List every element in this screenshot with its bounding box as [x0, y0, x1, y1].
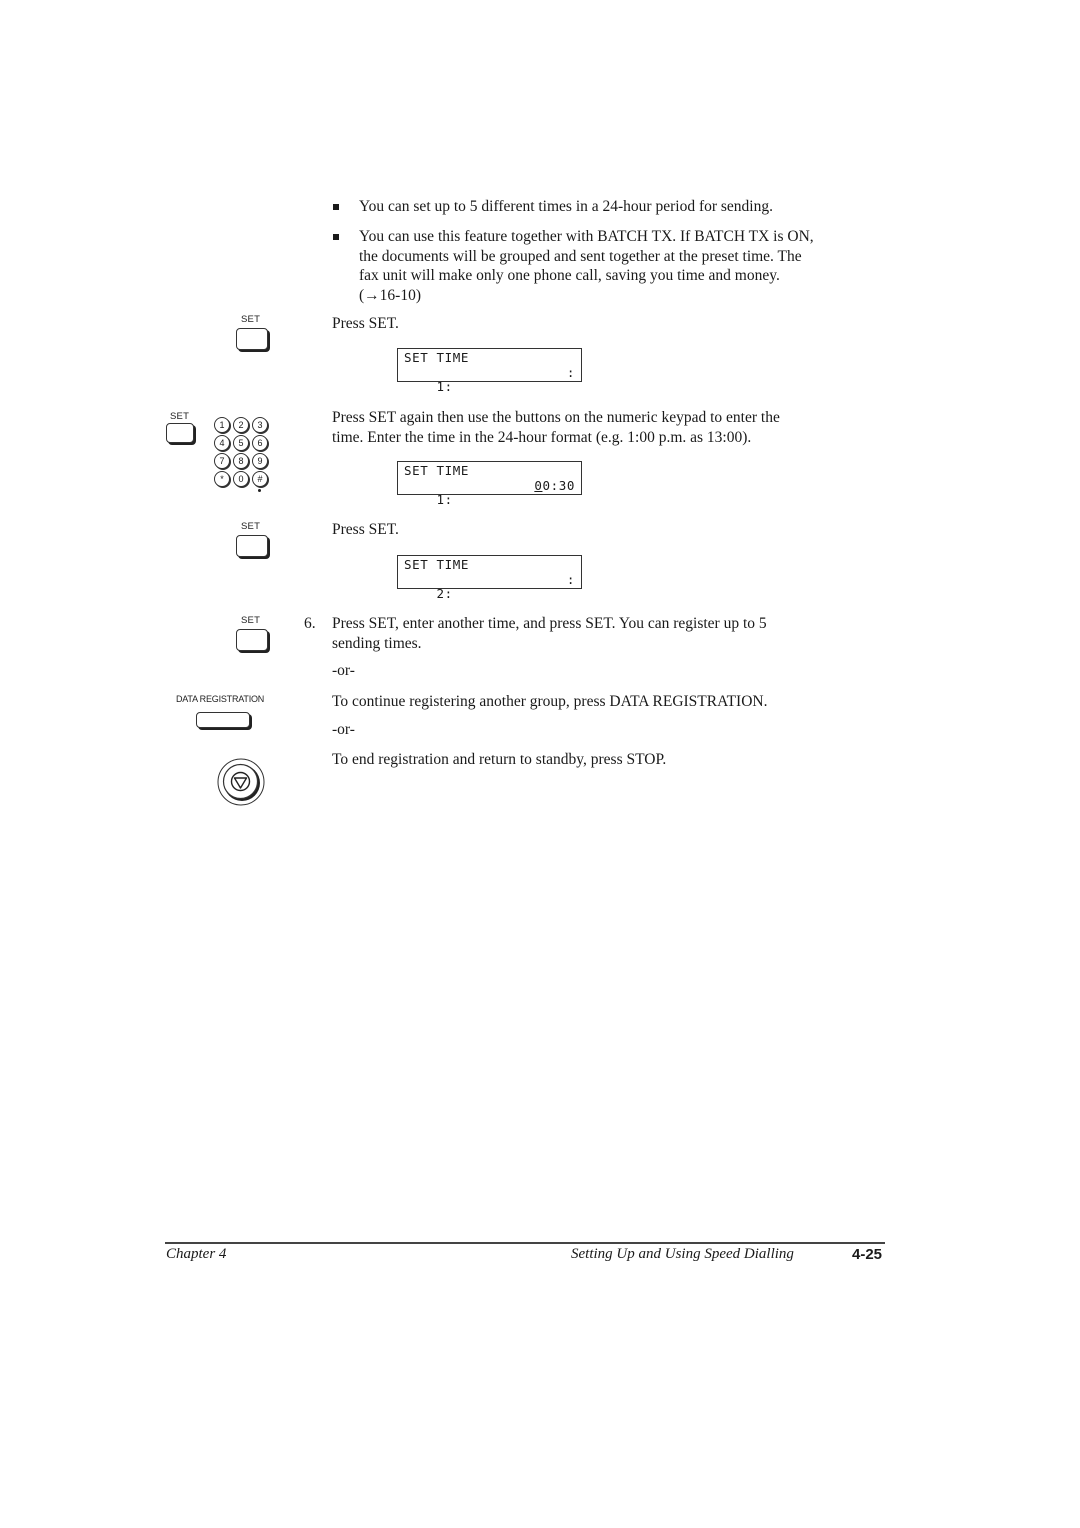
lcd-line-2: 1: 00:30 [404, 479, 581, 507]
keypad-key-5: 5 [233, 435, 249, 451]
set-key-icon [166, 423, 194, 443]
bullet-marker [333, 204, 339, 210]
step-line: time. Enter the time in the 24-hour form… [332, 428, 752, 446]
lcd-time: : [566, 572, 575, 587]
set-key-label: SET [241, 615, 261, 626]
stop-key-icon [216, 757, 265, 806]
page-number: 4-25 [852, 1246, 883, 1263]
stop-key-glyph [217, 758, 265, 806]
set-key-icon [236, 629, 268, 651]
step-text: Press SET. [332, 315, 399, 332]
lcd-slot: 1: [436, 379, 453, 394]
keypad-key-9: 9 [252, 453, 268, 469]
lcd-display: SET TIME 1: : [397, 348, 582, 394]
lcd-line-1: SET TIME [404, 350, 470, 365]
lcd-time-rest: 0:30 [542, 478, 575, 493]
or-separator: -or- [332, 721, 355, 738]
bullet-text: You can set up to 5 different times in a… [359, 197, 773, 217]
keypad-key-hash: # [252, 471, 268, 487]
keypad-key-6: 6 [252, 435, 268, 451]
bullet-line: You can use this feature together with B… [359, 228, 814, 245]
data-registration-key-label: DATA REGISTRATION [176, 694, 265, 704]
bullet-line: the documents will be grouped and sent t… [359, 247, 802, 265]
lcd-slot: 1: [436, 492, 453, 507]
lcd-line-1: SET TIME [404, 557, 470, 572]
step-line: Press SET, enter another time, and press… [332, 615, 767, 632]
lcd-line-2: 2: : [404, 572, 581, 601]
step-text: To continue registering another group, p… [332, 693, 768, 710]
set-key-icon [236, 535, 268, 557]
lcd-line-1: SET TIME [404, 463, 470, 478]
step-text: Press SET, enter another time, and press… [332, 614, 767, 653]
set-key-icon [236, 328, 268, 350]
keypad-key-1: 1 [214, 417, 230, 433]
keypad-key-3: 3 [252, 417, 268, 433]
bullet-marker [333, 234, 339, 240]
set-key-label: SET [241, 521, 261, 532]
data-registration-key-icon [196, 712, 250, 728]
footer-chapter: Chapter 4 [166, 1246, 227, 1262]
step-text: To end registration and return to standb… [332, 751, 667, 768]
bullet-line: You can set up to 5 different times in a… [359, 198, 773, 215]
set-key-label: SET [241, 314, 261, 325]
step-text: Press SET. [332, 521, 399, 538]
keypad-key-star: * [214, 471, 230, 487]
footer-divider [165, 1242, 885, 1244]
step-number: 6. [304, 615, 316, 632]
step-line: Press SET again then use the buttons on … [332, 409, 780, 426]
lcd-display: SET TIME 2: : [397, 555, 582, 601]
set-key-label: SET [170, 411, 190, 422]
lcd-display: SET TIME 1: 00:30 [397, 461, 582, 507]
step-text: Press SET again then use the buttons on … [332, 408, 780, 447]
lcd-time: 00:30 [534, 479, 575, 493]
lcd-slot: 2: [436, 586, 453, 601]
keypad-key-7: 7 [214, 453, 230, 469]
keypad-key-8: 8 [233, 453, 249, 469]
lcd-time: : [566, 365, 575, 380]
footer-section-title: Setting Up and Using Speed Dialling [571, 1246, 794, 1262]
or-separator: -or- [332, 662, 355, 679]
bullet-line: (→16-10) [359, 286, 421, 304]
bullet-line: fax unit will make only one phone call, … [359, 267, 780, 284]
keypad-key-0: 0 [233, 471, 249, 487]
bullet-text: You can use this feature together with B… [359, 227, 814, 305]
lcd-line-2: 1: : [404, 365, 581, 394]
keypad-key-4: 4 [214, 435, 230, 451]
keypad-key-2: 2 [233, 417, 249, 433]
keypad-dot-icon [258, 489, 261, 492]
step-line: sending times. [332, 634, 422, 652]
